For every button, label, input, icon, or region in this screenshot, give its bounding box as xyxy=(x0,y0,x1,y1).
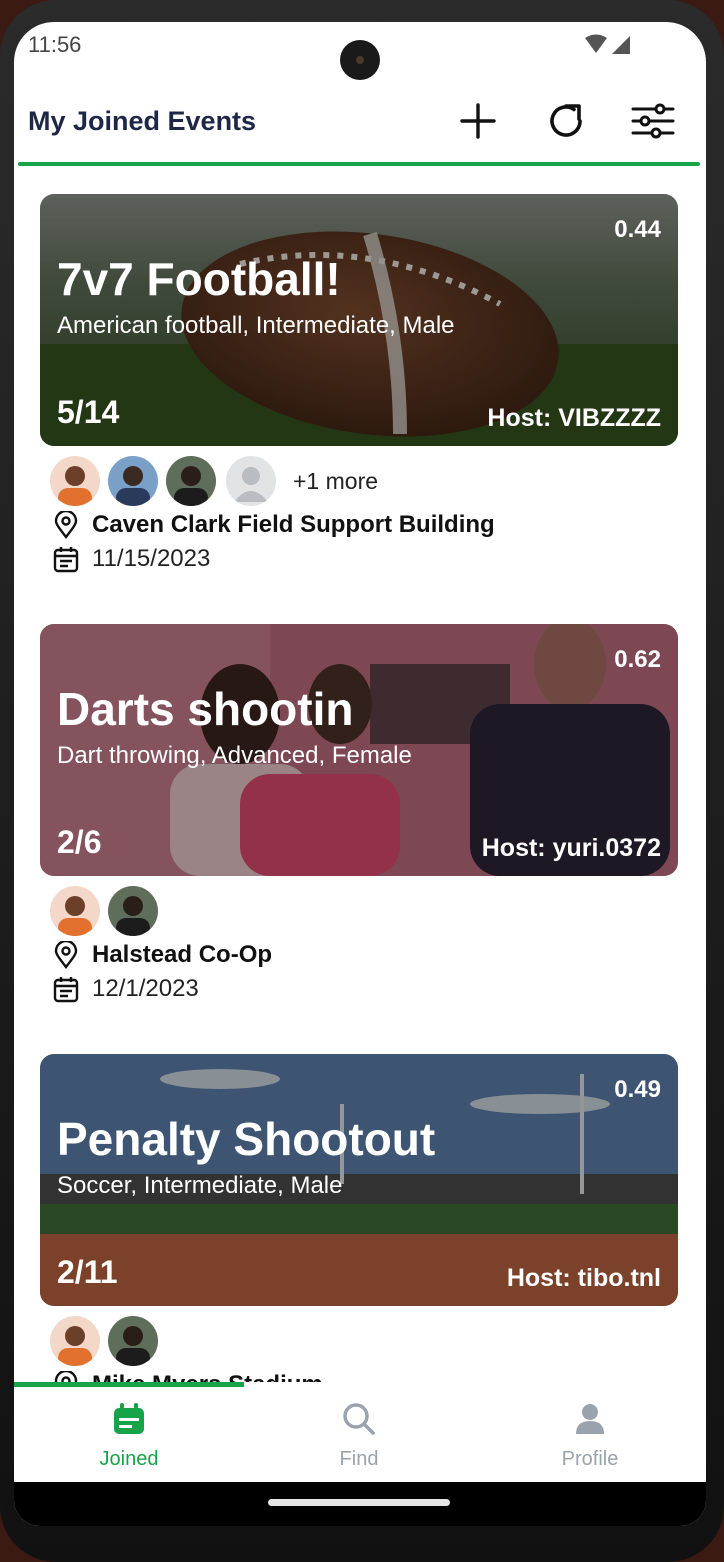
calendar-icon xyxy=(52,545,80,573)
bottom-navigation: Joined Find Profile xyxy=(14,1382,706,1482)
location-row: Mike Myers Stadium xyxy=(40,1368,680,1382)
more-participants[interactable]: +1 more xyxy=(293,468,378,495)
gesture-bar xyxy=(14,1482,706,1526)
app-screen: 11:56 My Joined Events 0.44 7v7 Football… xyxy=(14,22,706,1526)
event-location: Caven Clark Field Support Building xyxy=(92,511,495,538)
status-time: 11:56 xyxy=(28,32,82,57)
location-row: Caven Clark Field Support Building xyxy=(40,508,680,542)
event-banner[interactable]: 0.49 Penalty Shootout Soccer, Intermedia… xyxy=(40,1054,678,1306)
participant-count: 2/6 xyxy=(57,824,102,860)
nav-label: Profile xyxy=(561,1448,619,1470)
status-bar: 11:56 xyxy=(14,22,706,80)
nav-tab-profile[interactable]: Profile xyxy=(475,1382,705,1482)
event-host: Host: VIBZZZZ xyxy=(487,404,661,432)
match-score: 0.62 xyxy=(614,646,661,673)
avatar[interactable] xyxy=(108,456,158,506)
app-header: My Joined Events xyxy=(14,86,706,166)
nav-tab-find[interactable]: Find xyxy=(244,1382,474,1482)
participant-count: 5/14 xyxy=(57,394,120,430)
avatar[interactable] xyxy=(108,886,158,936)
filter-button[interactable] xyxy=(628,96,678,146)
front-camera xyxy=(340,40,380,80)
event-host: Host: tibo.tnl xyxy=(506,1264,661,1292)
sliders-icon xyxy=(631,103,675,139)
map-pin-icon xyxy=(52,1371,80,1382)
event-location: Mike Myers Stadium xyxy=(92,1371,323,1382)
event-title: Penalty Shootout xyxy=(57,1113,436,1165)
search-icon xyxy=(343,1403,375,1435)
avatar[interactable] xyxy=(166,456,216,506)
signal-icons xyxy=(584,34,634,61)
nav-tab-joined[interactable]: Joined xyxy=(14,1382,244,1482)
event-location: Halstead Co-Op xyxy=(92,941,273,968)
nav-label: Find xyxy=(339,1448,379,1470)
nav-label: Joined xyxy=(99,1448,159,1470)
calendar-icon xyxy=(114,1403,144,1434)
match-score: 0.44 xyxy=(614,216,661,243)
event-details: Dart throwing, Advanced, Female xyxy=(57,742,412,769)
refresh-button[interactable] xyxy=(541,96,591,146)
avatar-placeholder[interactable] xyxy=(226,456,276,506)
wifi-signal-icon xyxy=(585,34,630,54)
event-banner[interactable]: 0.62 Darts shootin Dart throwing, Advanc… xyxy=(40,624,678,876)
date-row: 11/15/2023 xyxy=(40,542,680,576)
event-card: 0.44 7v7 Football! American football, In… xyxy=(40,194,680,576)
map-pin-icon xyxy=(52,941,80,969)
avatar[interactable] xyxy=(50,1316,100,1366)
match-score: 0.49 xyxy=(614,1076,661,1103)
event-card: 0.62 Darts shootin Dart throwing, Advanc… xyxy=(40,624,680,1006)
calendar-icon xyxy=(52,975,80,1003)
page-title: My Joined Events xyxy=(28,106,257,136)
event-date: 12/1/2023 xyxy=(92,975,199,1002)
participant-avatars xyxy=(40,884,680,938)
event-card: 0.49 Penalty Shootout Soccer, Intermedia… xyxy=(40,1054,680,1382)
location-row: Halstead Co-Op xyxy=(40,938,680,972)
date-row: 12/1/2023 xyxy=(40,972,680,1006)
person-icon xyxy=(576,1404,604,1434)
event-details: American football, Intermediate, Male xyxy=(57,312,455,339)
event-date: 11/15/2023 xyxy=(92,545,211,572)
map-pin-icon xyxy=(52,511,80,539)
home-indicator[interactable] xyxy=(268,1499,450,1506)
event-title: 7v7 Football! xyxy=(57,253,341,305)
participant-avatars xyxy=(40,1314,680,1368)
event-host: Host: yuri.0372 xyxy=(481,834,661,862)
refresh-icon xyxy=(550,104,582,137)
add-event-button[interactable] xyxy=(453,96,503,146)
event-banner[interactable]: 0.44 7v7 Football! American football, In… xyxy=(40,194,678,446)
participant-count: 2/11 xyxy=(57,1254,118,1290)
header-divider xyxy=(18,162,700,166)
avatar[interactable] xyxy=(50,886,100,936)
avatar[interactable] xyxy=(50,456,100,506)
event-title: Darts shootin xyxy=(57,683,354,735)
event-details: Soccer, Intermediate, Male xyxy=(57,1172,343,1199)
person-icon xyxy=(226,456,276,506)
avatar[interactable] xyxy=(108,1316,158,1366)
events-feed[interactable]: 0.44 7v7 Football! American football, In… xyxy=(14,170,706,1382)
participant-avatars: +1 more xyxy=(40,454,680,508)
plus-icon xyxy=(460,103,496,139)
